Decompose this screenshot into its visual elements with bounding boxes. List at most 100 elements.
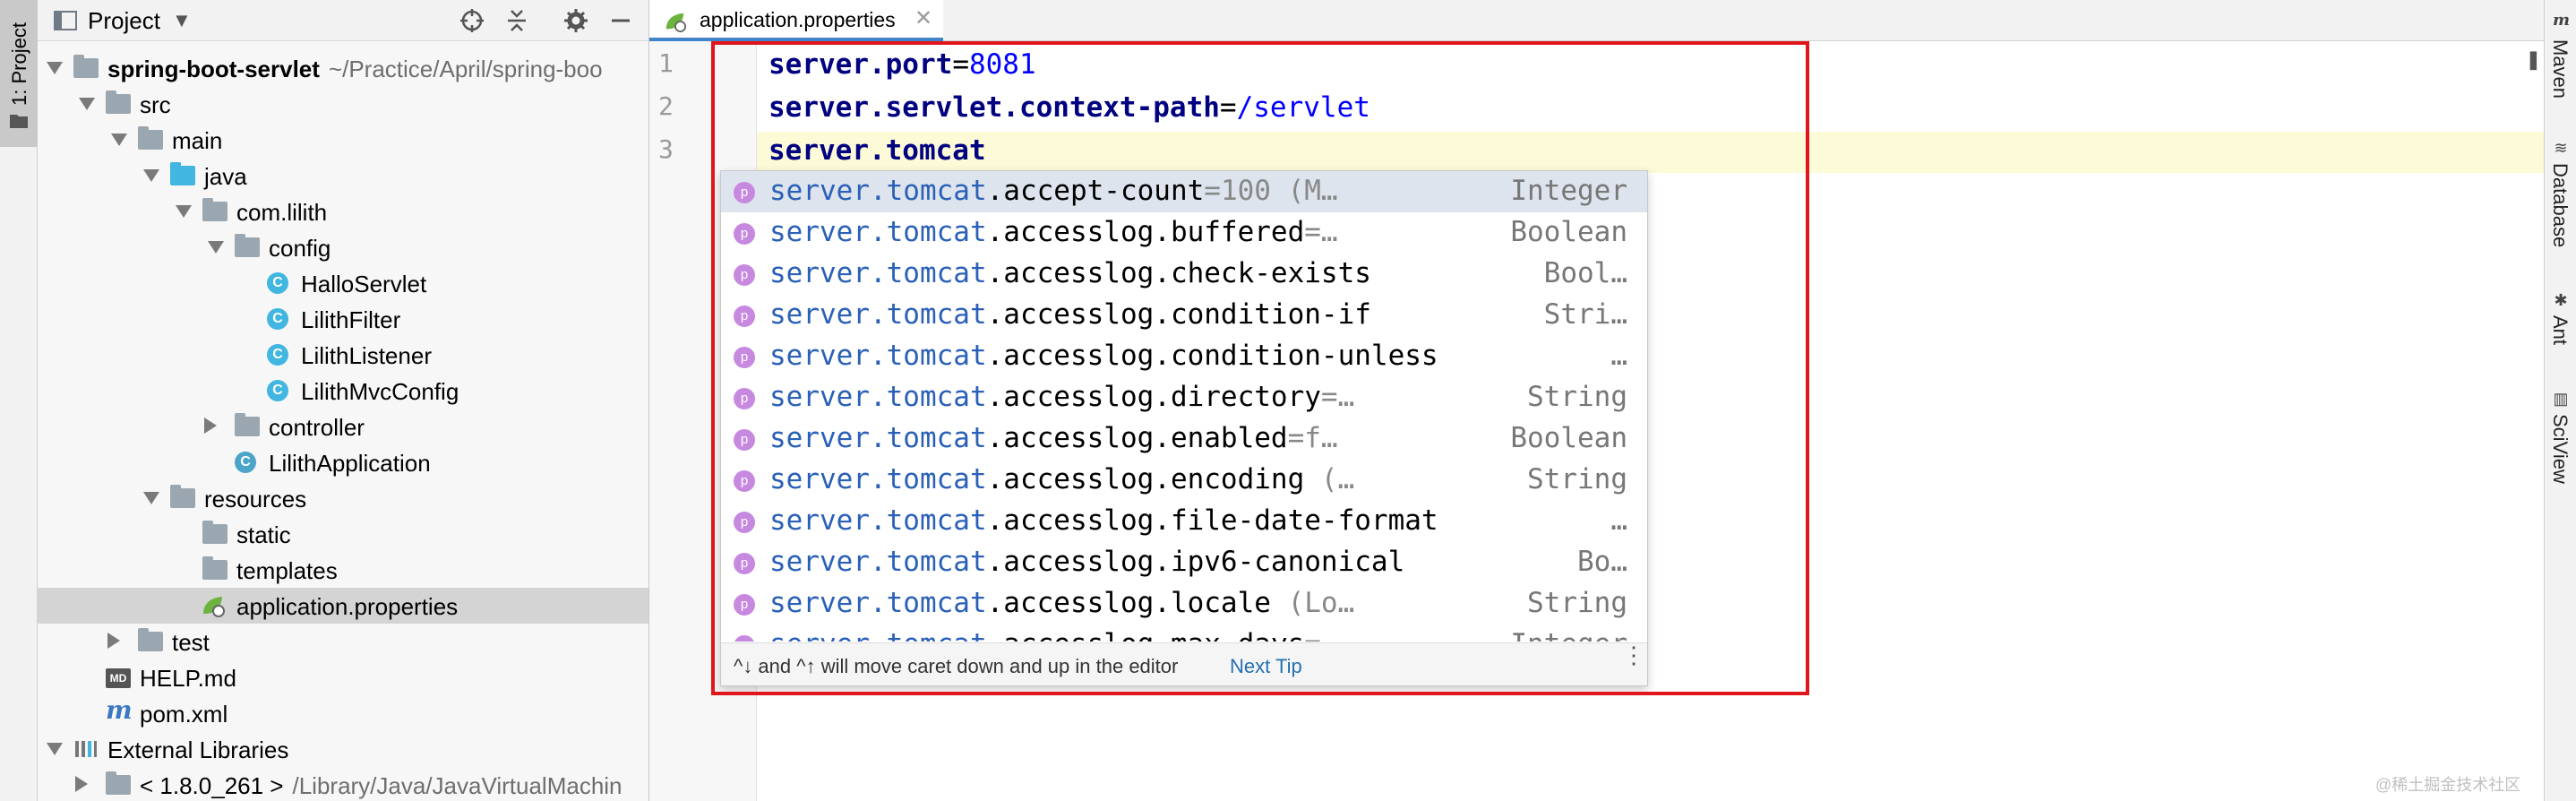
chevron-down-icon[interactable]: ▼ (172, 9, 192, 32)
code-completion-popup: p server.tomcat.accept-count=100 (M… Integ… (720, 170, 1648, 686)
tree-item-label: HalloServlet (301, 271, 427, 297)
folder-icon (10, 115, 28, 128)
property-icon: p (734, 182, 755, 203)
tree-item-application-properties[interactable]: application.properties (38, 588, 648, 624)
code-line[interactable]: server.servlet.context-path=/servlet (769, 91, 1370, 124)
expand-arrow-icon[interactable] (111, 134, 127, 146)
folder-icon (73, 55, 99, 78)
completion-tip: ^↓ and ^↑ will move caret down and up in… (734, 655, 1179, 677)
tab-application-properties[interactable]: application.properties ✕ (649, 0, 943, 41)
collapse-all-icon[interactable] (503, 7, 530, 34)
completion-item[interactable]: p server.tomcat.accesslog.directory=… Stri… (721, 377, 1647, 418)
maven-tool-window-button[interactable]: Maven (2548, 39, 2572, 99)
completion-item[interactable]: p server.tomcat.accesslog.encoding (… Stri… (721, 460, 1647, 501)
tree-item-lilithfilter[interactable]: C LilithFilter (38, 301, 648, 337)
tree-item-main[interactable]: main (38, 122, 648, 158)
completion-item[interactable]: p server.tomcat.accesslog.ipv6-canonical B… (721, 542, 1647, 583)
tree-item-lilithapplication[interactable]: C LilithApplication (38, 444, 648, 480)
tree-item-java[interactable]: java (38, 158, 648, 194)
completion-type: Stri… (1543, 298, 1627, 331)
jdk-icon (106, 771, 131, 795)
tree-item-help-md[interactable]: MD HELP.md (38, 659, 648, 695)
ant-tool-window-button[interactable]: Ant (2548, 315, 2572, 345)
completion-item[interactable]: p server.tomcat.accesslog.condition-unles… (721, 336, 1647, 377)
left-tool-stripe: 1: Project (0, 0, 38, 801)
collapse-arrow-icon[interactable] (75, 776, 88, 792)
property-icon: p (734, 388, 755, 409)
completion-type: String (1527, 463, 1627, 495)
code-line[interactable]: server.port=8081 (769, 48, 1036, 81)
completion-item[interactable]: p server.tomcat.accesslog.buffered=… Boole… (721, 212, 1647, 254)
completion-type: … (1610, 504, 1627, 537)
package-icon (235, 413, 260, 436)
ant-icon: ✱ (2554, 291, 2568, 309)
tree-item-lilithlistener[interactable]: C LilithListener (38, 337, 648, 373)
tree-item-lilithmvcconfig[interactable]: C LilithMvcConfig (38, 373, 648, 409)
tree-item-resources[interactable]: resources (38, 480, 648, 516)
expand-arrow-icon[interactable] (176, 205, 192, 218)
package-icon (202, 198, 228, 221)
tree-item-label: spring-boot-servlet (107, 56, 320, 82)
folder-icon (106, 90, 131, 114)
expand-arrow-icon[interactable] (79, 98, 95, 110)
next-tip-link[interactable]: Next Tip (1230, 655, 1302, 678)
tree-item-static[interactable]: static (38, 516, 648, 552)
sciview-tool-window-button[interactable]: SciView (2548, 414, 2572, 484)
tree-item-com-lilith[interactable]: com.lilith (38, 194, 648, 229)
project-view-title[interactable]: Project (88, 7, 160, 35)
libraries-icon (75, 741, 97, 757)
tree-item-label: resources (204, 486, 307, 512)
expand-arrow-icon[interactable] (143, 169, 159, 182)
property-icon: p (734, 635, 755, 642)
tree-item-templates[interactable]: templates (38, 552, 648, 588)
property-key: server.servlet.context-path (769, 91, 1220, 124)
minimize-icon[interactable] (607, 7, 634, 34)
tree-item-src[interactable]: src (38, 86, 648, 122)
gear-icon[interactable] (562, 7, 589, 34)
property-icon: p (734, 223, 755, 245)
expand-arrow-icon[interactable] (47, 743, 63, 755)
watermark: @稀土掘金技术社区 (2375, 776, 2521, 794)
tree-item-label: application.properties (236, 593, 459, 620)
code-line[interactable]: server.tomcat (769, 134, 986, 167)
property-key: server.tomcat (769, 134, 986, 167)
property-icon: p (734, 347, 755, 368)
project-panel: Project ▼ spring-boot-servlet ~/Practice/… (38, 0, 649, 801)
close-icon[interactable]: ✕ (914, 5, 932, 31)
tree-item-pom-xml[interactable]: m pom.xml (38, 695, 648, 731)
tree-item-label: LilithApplication (269, 450, 431, 477)
tree-item-label: HELP.md (140, 665, 236, 692)
tree-item-external-libraries[interactable]: External Libraries (38, 731, 648, 767)
tree-item-halloservlet[interactable]: C HalloServlet (38, 265, 648, 301)
completion-item[interactable]: p server.tomcat.accesslog.file-date-forma… (721, 501, 1647, 542)
spring-class-icon: C (235, 452, 256, 473)
collapse-arrow-icon[interactable] (107, 633, 120, 649)
project-tool-window-label: 1: Project (8, 22, 30, 106)
class-icon: C (267, 272, 288, 294)
tree-item-config[interactable]: config (38, 229, 648, 265)
completion-item[interactable]: p server.tomcat.accept-count=100 (M… Integ… (721, 171, 1647, 212)
completion-type: Integer (1510, 175, 1627, 207)
completion-item[interactable]: p server.tomcat.accesslog.locale (Lo… Stri… (721, 583, 1647, 624)
tree-item-controller[interactable]: controller (38, 409, 648, 444)
completion-type: Bool… (1543, 257, 1627, 289)
expand-arrow-icon[interactable] (143, 492, 159, 504)
database-tool-window-button[interactable]: Database (2548, 163, 2572, 247)
expand-arrow-icon[interactable] (208, 241, 224, 254)
expand-arrow-icon[interactable] (47, 62, 63, 74)
line-number: 2 (658, 91, 674, 121)
property-icon: p (734, 594, 755, 616)
project-tool-window-button[interactable]: 1: Project (0, 0, 38, 147)
completion-item[interactable]: pserver.tomcat.accesslog.max-days=…Integ… (721, 624, 1647, 642)
tree-item-test[interactable]: test (38, 624, 648, 659)
completion-item[interactable]: p server.tomcat.accesslog.enabled=f… Boole… (721, 418, 1647, 460)
tree-item-label: < 1.8.0_261 > (140, 772, 284, 799)
more-options-icon[interactable]: ⋮ (1622, 643, 1645, 667)
tree-item-spring-boot-servlet[interactable]: spring-boot-servlet ~/Practice/April/spri… (38, 50, 648, 86)
tree-item-jdk[interactable]: < 1.8.0_261 > /Library/Java/JavaVirtualMa… (38, 767, 648, 801)
locate-icon[interactable] (459, 7, 485, 34)
tree-item-label: static (236, 521, 291, 548)
completion-item[interactable]: p server.tomcat.accesslog.condition-if Str… (721, 295, 1647, 336)
collapse-arrow-icon[interactable] (204, 418, 217, 434)
completion-item[interactable]: p server.tomcat.accesslog.check-exists Boo… (721, 254, 1647, 295)
